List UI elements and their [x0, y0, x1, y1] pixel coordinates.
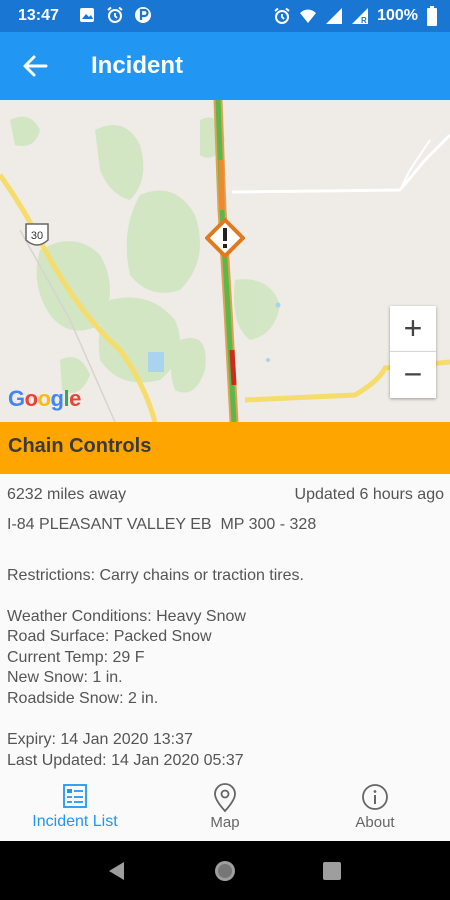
- back-triangle-icon[interactable]: [106, 860, 126, 882]
- bottom-navigation: Incident List Map About: [0, 777, 450, 841]
- incident-type-banner: Chain Controls: [0, 422, 450, 474]
- nav-about[interactable]: About: [300, 777, 450, 841]
- arrow-left-icon[interactable]: [20, 52, 50, 80]
- map-canvas: 30: [0, 100, 450, 422]
- location-text: I-84 PLEASANT VALLEY EB MP 300 - 328: [7, 516, 317, 533]
- new-snow-text: New Snow: 1 in.: [7, 669, 123, 686]
- route-shield: 30: [25, 223, 49, 246]
- info-icon: [362, 784, 388, 810]
- status-time: 13:47: [18, 7, 59, 24]
- updated-text: Updated 6 hours ago: [294, 486, 444, 503]
- list-icon: [63, 784, 87, 808]
- restrictions-text: Restrictions: Carry chains or traction t…: [7, 567, 304, 584]
- roadside-snow-text: Roadside Snow: 2 in.: [7, 690, 159, 707]
- alarm-icon: [274, 7, 290, 24]
- image-icon: [80, 8, 94, 22]
- google-logo: Google: [8, 386, 81, 411]
- roaming-signal-icon: R: [352, 8, 369, 25]
- nav-map[interactable]: Map: [150, 777, 300, 841]
- expiry-text: Expiry: 14 Jan 2020 13:37: [7, 731, 193, 748]
- home-circle-icon[interactable]: [213, 859, 237, 883]
- warning-diamond-icon[interactable]: [205, 218, 245, 258]
- wifi-icon: [300, 9, 317, 23]
- distance-text: 6232 miles away: [7, 486, 127, 503]
- svg-text:R: R: [361, 16, 367, 25]
- nav-label-incident-list: Incident List: [32, 813, 118, 830]
- map-pin-icon: [214, 783, 236, 813]
- recents-square-icon[interactable]: [322, 861, 342, 881]
- signal-icon: [326, 8, 343, 24]
- zoom-in-button[interactable]: +: [390, 306, 436, 352]
- last-updated-text: Last Updated: 14 Jan 2020 05:37: [7, 752, 244, 769]
- nav-label-about: About: [355, 814, 395, 831]
- status-bar: 13:47 R 100%: [0, 0, 450, 32]
- incident-details: 6232 miles away Updated 6 hours ago I-84…: [0, 474, 450, 780]
- road-surface-text: Road Surface: Packed Snow: [7, 628, 212, 645]
- route-shield-label: 30: [31, 230, 43, 242]
- current-temp-text: Current Temp: 29 F: [7, 649, 145, 666]
- battery-icon: [427, 6, 437, 26]
- incident-type: Chain Controls: [8, 435, 152, 457]
- weather-text: Weather Conditions: Heavy Snow: [7, 608, 246, 625]
- system-navigation-bar: [0, 841, 450, 900]
- incident-map[interactable]: 30 + − Google: [0, 100, 450, 422]
- nav-incident-list[interactable]: Incident List: [0, 777, 150, 841]
- zoom-out-button[interactable]: −: [390, 352, 436, 398]
- app-bar: Incident: [0, 32, 450, 100]
- alarm-icon: [107, 6, 123, 23]
- battery-percent: 100%: [377, 7, 418, 24]
- parking-icon: [135, 7, 151, 23]
- nav-label-map: Map: [210, 814, 240, 831]
- page-title: Incident: [91, 52, 184, 79]
